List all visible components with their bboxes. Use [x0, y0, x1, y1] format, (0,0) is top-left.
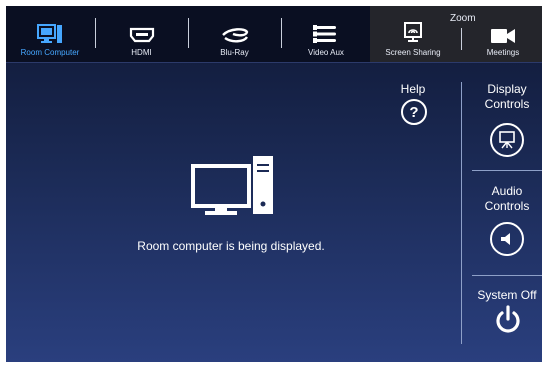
help-label: Help	[400, 82, 426, 96]
audio-controls-button[interactable]	[490, 222, 524, 256]
tab-label: HDMI	[131, 48, 152, 57]
system-off-label: System Off	[477, 288, 537, 302]
hdmi-icon	[129, 27, 154, 43]
side-separator	[472, 275, 542, 276]
tab-room-computer[interactable]: Room Computer	[6, 6, 94, 62]
touch-panel-screen: Zoom Room Computer HDMI Blu-Ray Video Au…	[6, 6, 542, 362]
display-status-message: Room computer is being displayed.	[137, 239, 325, 253]
tab-label: Video Aux	[308, 48, 344, 57]
source-tab-bar: Zoom Room Computer HDMI Blu-Ray Video Au…	[6, 6, 542, 63]
video-aux-icon	[313, 25, 336, 43]
meetings-icon	[491, 29, 515, 43]
screen-sharing-icon	[404, 22, 422, 42]
audio-controls-label: Audio Controls	[484, 184, 530, 213]
help-button[interactable]: ?	[401, 99, 427, 125]
tab-label: Blu-Ray	[220, 48, 249, 57]
bluray-icon	[221, 28, 248, 43]
tab-label: Room Computer	[20, 48, 80, 57]
side-separator	[472, 170, 542, 171]
system-off-button[interactable]	[494, 304, 522, 341]
tab-video-aux[interactable]: Video Aux	[282, 6, 370, 62]
tab-separator	[461, 28, 462, 50]
computer-icon	[37, 24, 62, 43]
display-controls-label: Display Controls	[484, 82, 530, 111]
tab-hdmi[interactable]: HDMI	[96, 6, 187, 62]
help-question-icon: ?	[409, 103, 419, 121]
tab-label: Screen Sharing	[385, 48, 441, 57]
display-controls-button[interactable]	[490, 123, 524, 157]
projector-screen-icon	[499, 131, 515, 149]
speaker-icon	[501, 233, 510, 245]
tab-label: Meetings	[486, 48, 520, 57]
tab-blu-ray[interactable]: Blu-Ray	[189, 6, 280, 62]
desktop-computer-icon	[191, 156, 273, 215]
tab-screen-sharing[interactable]: Screen Sharing	[370, 6, 456, 62]
power-icon	[496, 305, 520, 333]
tab-meetings[interactable]: Meetings	[464, 6, 542, 62]
side-panel-divider	[461, 82, 462, 344]
